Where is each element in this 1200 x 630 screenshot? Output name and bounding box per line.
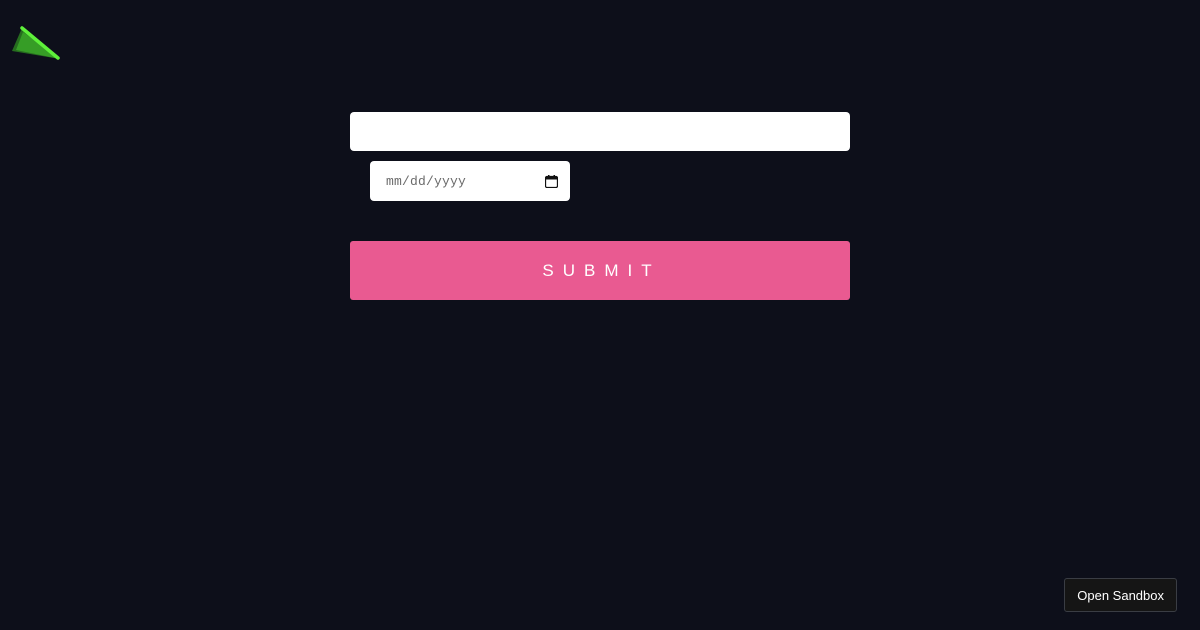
logo-icon <box>10 24 62 62</box>
page: mm/dd/yyyy SUBMIT Open Sandbox <box>0 0 1200 630</box>
date-input[interactable]: mm/dd/yyyy <box>370 161 570 201</box>
text-input[interactable] <box>350 112 850 151</box>
open-sandbox-button[interactable]: Open Sandbox <box>1064 578 1177 612</box>
date-placeholder: mm/dd/yyyy <box>386 173 467 189</box>
calendar-icon[interactable] <box>544 174 558 188</box>
submit-button[interactable]: SUBMIT <box>350 241 850 300</box>
entry-form: mm/dd/yyyy SUBMIT <box>350 112 850 300</box>
